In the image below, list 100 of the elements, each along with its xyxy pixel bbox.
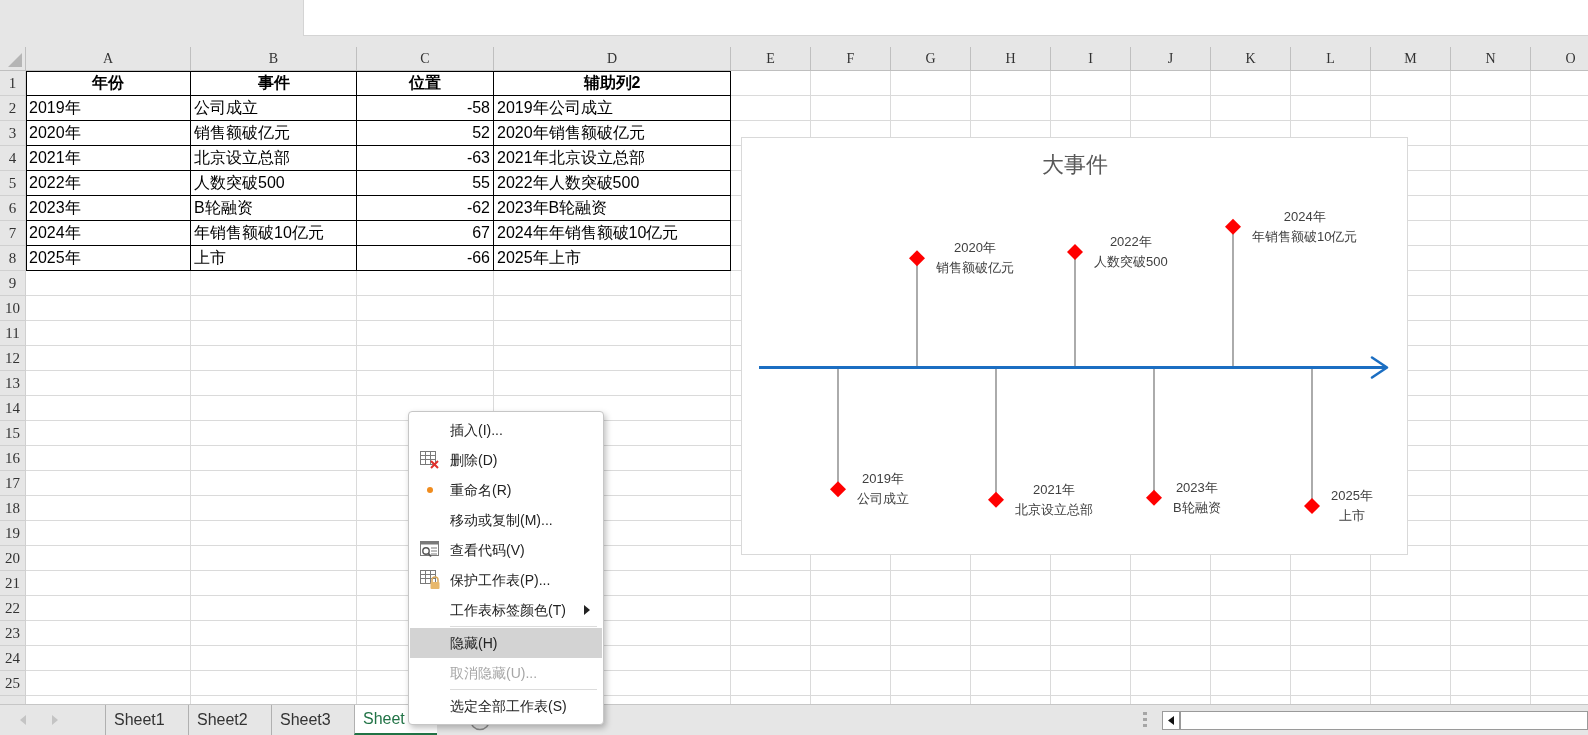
label-event: 上市 bbox=[1338, 507, 1365, 526]
label-year: 2019年 bbox=[862, 470, 904, 489]
row-number[interactable]: 9 bbox=[0, 271, 26, 296]
menu-item[interactable]: 工作表标签颜色(T) bbox=[410, 595, 602, 625]
column-header[interactable]: N bbox=[1451, 47, 1531, 71]
row-number[interactable]: 13 bbox=[0, 371, 26, 396]
table-cell: 2023年B轮融资 bbox=[494, 196, 731, 221]
submenu-arrow-icon bbox=[584, 605, 590, 615]
table-cell: 67 bbox=[357, 221, 494, 246]
menu-item[interactable]: 保护工作表(P)... bbox=[410, 565, 602, 595]
menu-item[interactable]: 插入(I)... bbox=[410, 415, 602, 445]
row-number[interactable]: 14 bbox=[0, 396, 26, 421]
delete-sheet-icon bbox=[420, 451, 440, 469]
diamond-marker bbox=[988, 491, 1004, 508]
column-header[interactable]: O bbox=[1531, 47, 1588, 71]
row-number[interactable]: 17 bbox=[0, 471, 26, 496]
diamond-marker bbox=[830, 481, 846, 498]
label-year: 2023年 bbox=[1175, 478, 1218, 497]
row-number[interactable]: 23 bbox=[0, 621, 26, 646]
row-number[interactable]: 12 bbox=[0, 346, 26, 371]
label-event: 公司成立 bbox=[857, 490, 909, 509]
table-cell: 2020年 bbox=[26, 121, 191, 146]
row-number[interactable]: 18 bbox=[0, 496, 26, 521]
header-cell: 位置 bbox=[357, 71, 494, 96]
label-event: B轮融资 bbox=[1173, 498, 1221, 517]
menu-item[interactable]: 隐藏(H) bbox=[410, 628, 602, 658]
dot-icon bbox=[427, 487, 433, 493]
label-event: 年销售额破10亿元 bbox=[1252, 227, 1358, 246]
chart-title: 大事件 bbox=[1041, 151, 1108, 179]
row-number[interactable]: 22 bbox=[0, 596, 26, 621]
row-number[interactable]: 1 bbox=[0, 71, 26, 96]
header-cell: 辅助列2 bbox=[494, 71, 731, 96]
column-header[interactable]: G bbox=[891, 47, 971, 71]
row-number[interactable]: 6 bbox=[0, 196, 26, 221]
table-cell: 2025年上市 bbox=[494, 246, 731, 271]
table-cell: 2024年 bbox=[26, 221, 191, 246]
row-number[interactable]: 5 bbox=[0, 171, 26, 196]
scroll-right-icon[interactable] bbox=[51, 714, 59, 726]
horizontal-scrollbar[interactable] bbox=[1162, 710, 1588, 730]
menu-item[interactable]: 重命名(R) bbox=[410, 475, 602, 505]
row-number[interactable]: 7 bbox=[0, 221, 26, 246]
header-cell: 事件 bbox=[191, 71, 357, 96]
sheet-tab[interactable]: Sheet2 bbox=[188, 705, 271, 735]
table-cell: 年销售额破10亿元 bbox=[191, 221, 357, 246]
view-code-icon bbox=[420, 541, 440, 559]
drag-handle-icon[interactable] bbox=[1143, 712, 1147, 728]
table-cell: -66 bbox=[357, 246, 494, 271]
row-number[interactable]: 3 bbox=[0, 121, 26, 146]
label-event: 北京设立总部 bbox=[1015, 500, 1093, 519]
row-number[interactable]: 10 bbox=[0, 296, 26, 321]
table-cell: -58 bbox=[357, 96, 494, 121]
row-number[interactable]: 2 bbox=[0, 96, 26, 121]
table-cell: 人数突破500 bbox=[191, 171, 357, 196]
row-number[interactable]: 15 bbox=[0, 421, 26, 446]
column-header[interactable]: J bbox=[1131, 47, 1211, 71]
sheet-tab[interactable]: Sheet1 bbox=[105, 705, 188, 735]
table-cell: 55 bbox=[357, 171, 494, 196]
table-cell: 2020年销售额破亿元 bbox=[494, 121, 731, 146]
menu-item[interactable]: 删除(D) bbox=[410, 445, 602, 475]
lock-sheet-icon bbox=[420, 570, 440, 590]
table-cell: 上市 bbox=[191, 246, 357, 271]
column-header[interactable]: E bbox=[731, 47, 811, 71]
table-cell: 2021年北京设立总部 bbox=[494, 146, 731, 171]
row-number[interactable]: 21 bbox=[0, 571, 26, 596]
diamond-marker bbox=[1225, 218, 1241, 235]
row-number[interactable]: 20 bbox=[0, 546, 26, 571]
select-all-icon[interactable] bbox=[8, 53, 22, 67]
row-number[interactable]: 11 bbox=[0, 321, 26, 346]
table-cell: 2024年年销售额破10亿元 bbox=[494, 221, 731, 246]
row-number[interactable]: 8 bbox=[0, 246, 26, 271]
table-cell: 北京设立总部 bbox=[191, 146, 357, 171]
column-header[interactable]: H bbox=[971, 47, 1051, 71]
row-number[interactable]: 24 bbox=[0, 646, 26, 671]
table-cell: 52 bbox=[357, 121, 494, 146]
column-header[interactable]: I bbox=[1051, 47, 1131, 71]
row-number[interactable]: 19 bbox=[0, 521, 26, 546]
scroll-left-icon[interactable] bbox=[19, 714, 27, 726]
table-cell: -62 bbox=[357, 196, 494, 221]
row-number[interactable]: 16 bbox=[0, 446, 26, 471]
column-header[interactable]: M bbox=[1371, 47, 1451, 71]
menu-item[interactable]: 移动或复制(M)... bbox=[410, 505, 602, 535]
diamond-marker bbox=[909, 250, 925, 267]
table-cell: 销售额破亿元 bbox=[191, 121, 357, 146]
table-cell: 公司成立 bbox=[191, 96, 357, 121]
table-cell: -63 bbox=[357, 146, 494, 171]
label-year: 2021年 bbox=[1033, 480, 1075, 499]
table-cell: 2021年 bbox=[26, 146, 191, 171]
column-header[interactable]: F bbox=[811, 47, 891, 71]
column-header[interactable]: K bbox=[1211, 47, 1291, 71]
label-year: 2022年 bbox=[1109, 233, 1152, 251]
formula-input[interactable] bbox=[303, 0, 1588, 36]
column-header[interactable]: L bbox=[1291, 47, 1371, 71]
table-cell: 2019年 bbox=[26, 96, 191, 121]
row-number[interactable]: 25 bbox=[0, 671, 26, 696]
table-cell: 2023年 bbox=[26, 196, 191, 221]
diamond-marker bbox=[1304, 498, 1320, 515]
row-number[interactable]: 4 bbox=[0, 146, 26, 171]
header-cell: 年份 bbox=[26, 71, 191, 96]
label-event: 人数突破500 bbox=[1094, 253, 1168, 271]
menu-item[interactable]: 查看代码(V) bbox=[410, 535, 602, 565]
